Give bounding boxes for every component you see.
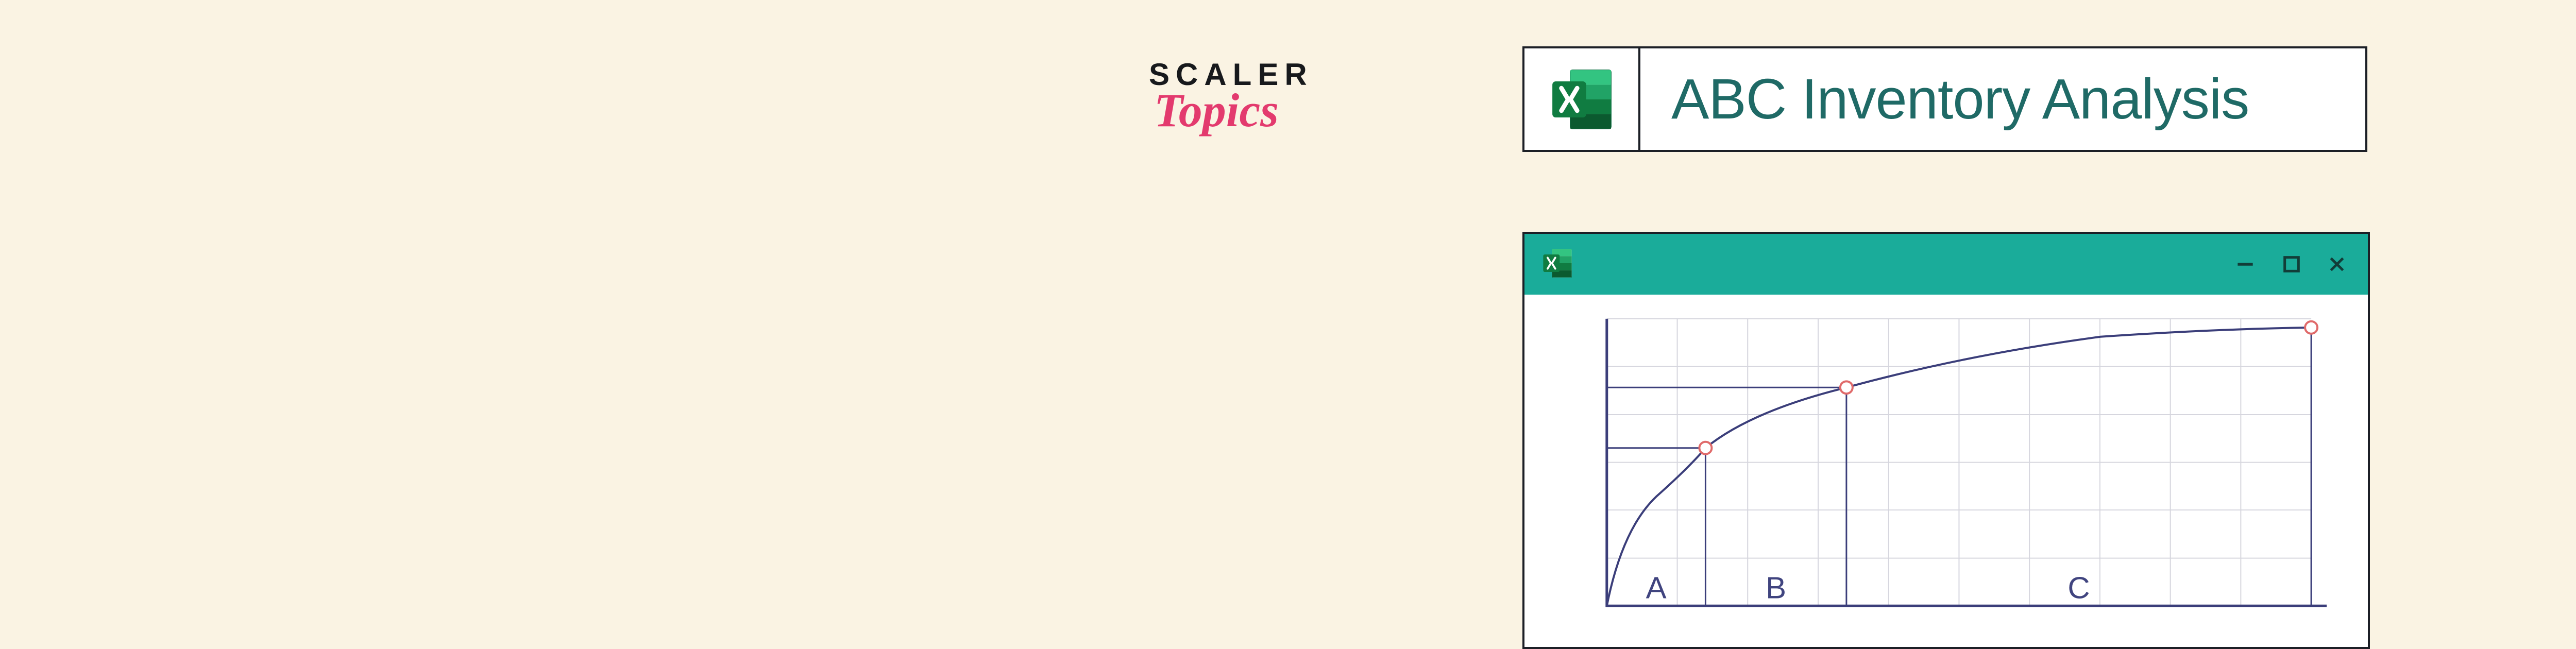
chart-area: A B C	[1555, 309, 2337, 631]
close-button[interactable]	[2327, 254, 2347, 275]
minimize-button[interactable]	[2234, 253, 2257, 276]
marker-c	[2305, 321, 2317, 334]
category-label-c: C	[2067, 570, 2090, 605]
chart-grid	[1607, 319, 2311, 606]
excel-icon-small	[1540, 246, 1575, 283]
category-label-a: A	[1646, 570, 1667, 605]
pareto-chart: A B C	[1555, 309, 2337, 631]
category-label-b: B	[1766, 570, 1786, 605]
window-titlebar	[1524, 234, 2368, 295]
app-window: A B C	[1522, 232, 2370, 649]
title-card: ABC Inventory Analysis	[1522, 46, 2367, 152]
window-controls	[2234, 253, 2347, 276]
marker-b	[1840, 381, 1853, 394]
excel-icon	[1524, 48, 1640, 150]
marker-a	[1699, 442, 1711, 454]
title-text-cell: ABC Inventory Analysis	[1640, 48, 2365, 150]
brand-logo: SCALER Topics	[1149, 57, 1313, 138]
maximize-button[interactable]	[2281, 254, 2302, 275]
page-title: ABC Inventory Analysis	[1671, 66, 2249, 132]
